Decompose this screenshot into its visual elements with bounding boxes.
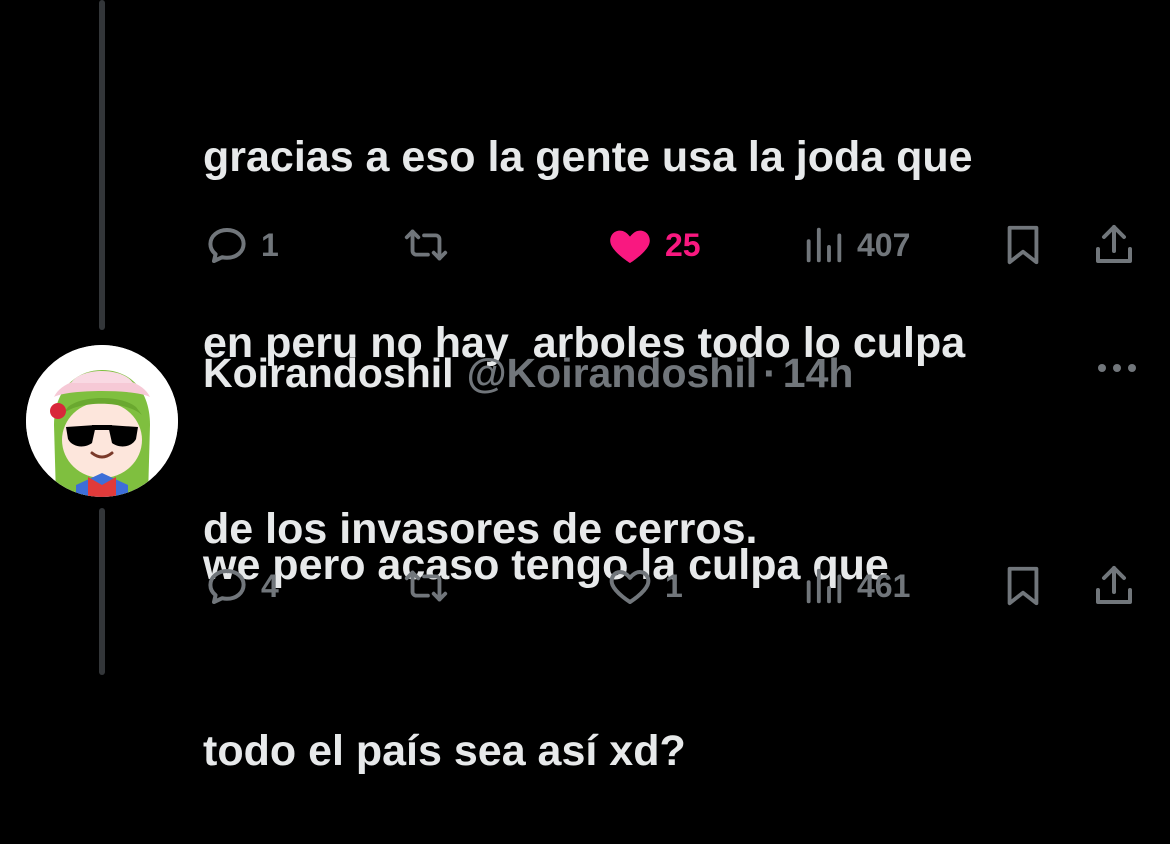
views-button[interactable]: 407 (801, 221, 910, 269)
repost-button[interactable] (401, 562, 461, 610)
share-button[interactable] (1090, 562, 1138, 610)
bookmark-button[interactable] (1000, 221, 1046, 269)
reply-icon (203, 562, 251, 610)
reply-button[interactable]: 4 (203, 562, 279, 610)
reply-header: Koirandoshil @Koirandoshil · 14h (203, 343, 853, 403)
bookmark-icon (1000, 562, 1046, 610)
tweet-text-line: gracias a eso la gente usa la joda que (203, 133, 973, 181)
share-button[interactable] (1090, 221, 1138, 269)
heart-icon (605, 221, 655, 269)
reply-button[interactable]: 1 (203, 221, 279, 269)
repost-icon (401, 562, 451, 610)
views-count: 461 (857, 567, 911, 604)
repost-icon (401, 221, 451, 269)
author-handle[interactable]: @Koirandoshil (467, 350, 758, 397)
previous-tweet-actions: 1 25 407 (203, 221, 1143, 269)
reply-count: 1 (261, 226, 279, 263)
reply-tweet-actions: 4 1 461 (203, 562, 1143, 610)
reply-count: 4 (261, 567, 279, 604)
views-count: 407 (857, 226, 911, 263)
share-icon (1090, 221, 1138, 269)
views-icon (801, 221, 847, 269)
thread-line-top (99, 0, 105, 330)
tweet-text-line: todo el país sea así xd? (203, 727, 686, 775)
like-button[interactable]: 25 (605, 221, 701, 269)
like-count: 1 (665, 567, 683, 604)
avatar[interactable] (26, 345, 178, 497)
views-icon (801, 562, 847, 610)
author-name[interactable]: Koirandoshil (203, 350, 454, 397)
thread-line-bottom (99, 508, 105, 675)
timestamp[interactable]: 14h (783, 350, 854, 397)
reply-icon (203, 221, 251, 269)
reply-tweet-text: we pero acaso tengo la culpa que todo el… (203, 410, 889, 844)
bookmark-icon (1000, 221, 1046, 269)
heart-icon (605, 562, 655, 610)
more-icon (1096, 361, 1138, 379)
share-icon (1090, 562, 1138, 610)
more-options-button[interactable] (1093, 350, 1141, 390)
bookmark-button[interactable] (1000, 562, 1046, 610)
like-button[interactable]: 1 (605, 562, 683, 610)
like-count: 25 (665, 226, 701, 263)
views-button[interactable]: 461 (801, 562, 910, 610)
separator-dot: · (763, 349, 777, 396)
repost-button[interactable] (401, 221, 461, 269)
